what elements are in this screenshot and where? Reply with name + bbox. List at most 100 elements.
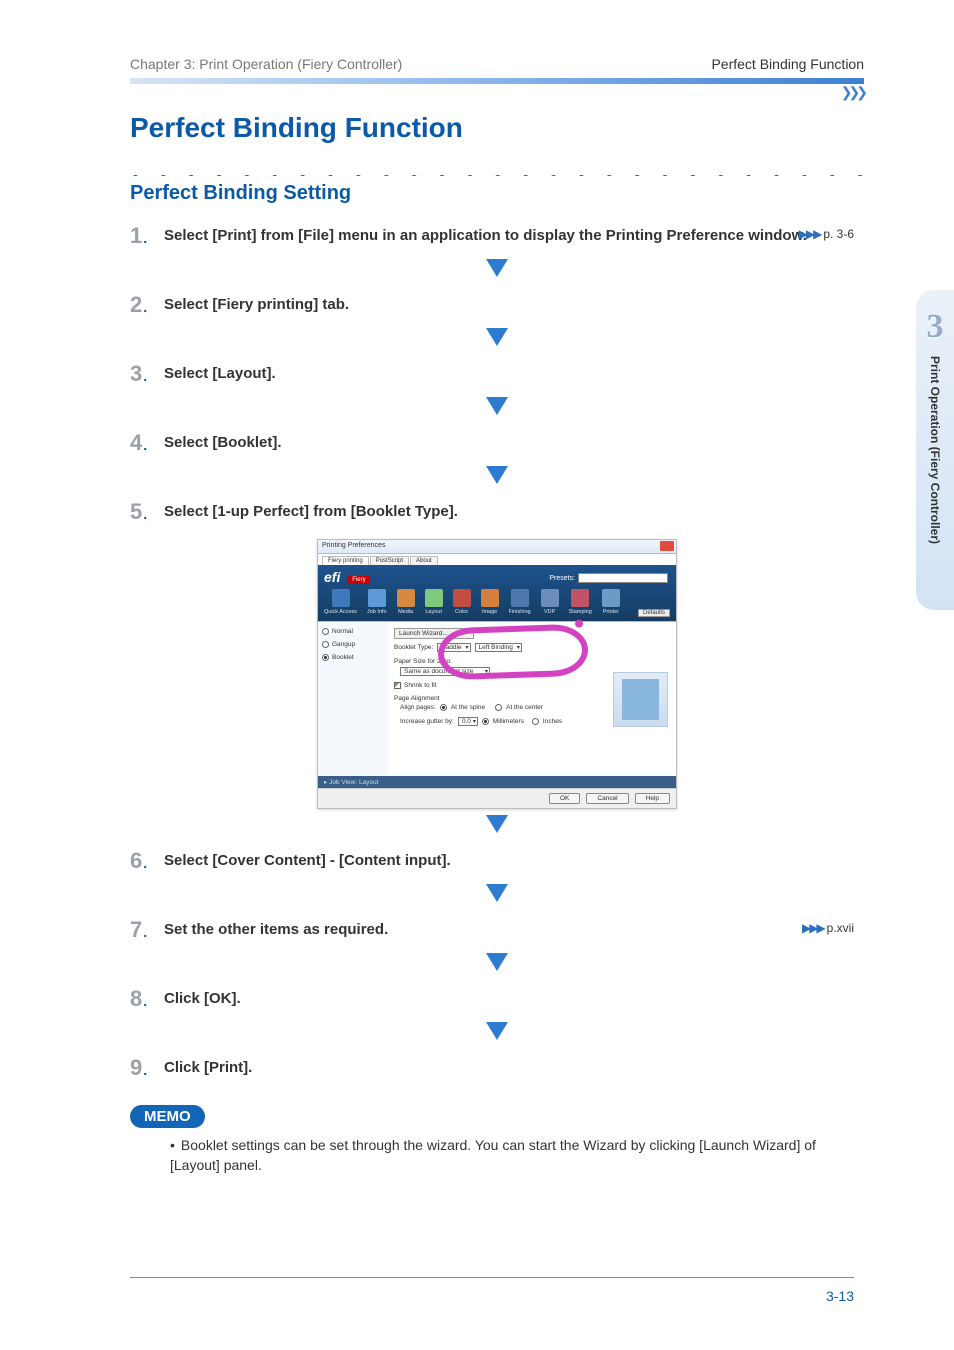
presets-label: Presets: <box>549 575 575 582</box>
fiery-badge: Fiery <box>348 576 369 584</box>
flow-arrow-icon <box>130 884 864 907</box>
steps-list: 1. Select [Print] from [File] menu in an… <box>130 219 864 1085</box>
chapter-number: 3 <box>927 308 944 346</box>
gutter-inches-radio[interactable] <box>532 718 539 725</box>
dot-divider: ● ● ● ● ● ● ● ● ● ● ● ● ● ● ● ● ● ● ● ● … <box>130 168 864 176</box>
ribbon-printer[interactable]: Printer <box>602 589 620 615</box>
header-left: Chapter 3: Print Operation (Fiery Contro… <box>130 56 402 72</box>
memo-body: •Booklet settings can be set through the… <box>170 1136 864 1175</box>
ribbon-media[interactable]: Media <box>397 589 415 615</box>
page-number: 3-13 <box>826 1288 854 1304</box>
radio-normal[interactable]: Normal <box>322 628 384 635</box>
view-bar[interactable]: ▸ Job View: Layout <box>318 776 676 788</box>
step-text: Select [Fiery printing] tab. <box>164 294 864 315</box>
align-spine-radio[interactable] <box>440 704 447 711</box>
tab-fiery-printing[interactable]: Fiery printing <box>322 556 369 565</box>
preview-thumbnail <box>613 672 668 727</box>
ok-button[interactable]: OK <box>549 793 580 804</box>
defaults-button[interactable]: Defaults <box>638 609 670 617</box>
step-4: 4. Select [Booklet]. <box>130 426 864 460</box>
align-center-radio[interactable] <box>495 704 502 711</box>
align-pages-label: Align pages: <box>400 704 436 711</box>
tab-postscript[interactable]: PostScript <box>370 556 409 565</box>
gutter-mm-radio[interactable] <box>482 718 489 725</box>
ribbon-color[interactable]: Color <box>453 589 471 615</box>
radio-booklet[interactable]: Booklet <box>322 654 384 661</box>
step-number: 9. <box>130 1057 158 1079</box>
step-text: Click [Print]. <box>164 1057 864 1078</box>
page-footer: 3-13 <box>130 1277 854 1304</box>
memo-header: MEMO <box>130 1105 864 1128</box>
step-number: 1. <box>130 225 158 247</box>
ribbon-quick-access[interactable]: Quick Access <box>324 589 357 615</box>
step-reference[interactable]: ▶▶▶p. 3-6 <box>799 227 854 241</box>
step-reference[interactable]: ▶▶▶p.xvii <box>802 921 854 935</box>
booklet-type-label: Booklet Type: <box>394 644 433 651</box>
flow-arrow-icon <box>130 953 864 976</box>
page-title: Perfect Binding Function <box>130 112 864 144</box>
cancel-button[interactable]: Cancel <box>586 793 628 804</box>
step-3: 3. Select [Layout]. <box>130 357 864 391</box>
booklet-type-select[interactable]: Saddle <box>437 643 470 652</box>
gutter-value[interactable]: 0.0 <box>458 717 478 726</box>
layout-panel: Launch Wizard... Booklet Type: Saddle Le… <box>388 622 676 776</box>
dialog-title: Printing Preferences <box>322 542 385 549</box>
memo-text: Booklet settings can be set through the … <box>170 1137 816 1173</box>
step-text: Select [Cover Content] - [Content input]… <box>164 850 864 871</box>
side-tab: 3 Print Operation (Fiery Controller) <box>916 290 954 610</box>
step-8: 8. Click [OK]. <box>130 982 864 1016</box>
header-chevrons-icon: ❯❯❯ <box>841 84 864 101</box>
flow-arrow-icon <box>130 815 864 838</box>
ribbon-layout[interactable]: Layout <box>425 589 443 615</box>
dialog-tabs: Fiery printing PostScript About <box>318 554 676 565</box>
ribbon-stamping[interactable]: Stamping <box>569 589 592 615</box>
ribbon-finishing[interactable]: Finishing <box>509 589 531 615</box>
step-number: 7. <box>130 919 158 941</box>
pointer-icon: ▶▶▶ <box>802 921 824 935</box>
page: Chapter 3: Print Operation (Fiery Contro… <box>0 0 954 1350</box>
presets-group: Presets: <box>549 573 668 583</box>
flow-arrow-icon <box>130 466 864 489</box>
chapter-label: Print Operation (Fiery Controller) <box>928 356 942 544</box>
launch-wizard-button[interactable]: Launch Wizard... <box>394 628 474 639</box>
step-2: 2. Select [Fiery printing] tab. <box>130 288 864 322</box>
step-1: 1. Select [Print] from [File] menu in an… <box>130 219 864 253</box>
presets-input[interactable] <box>578 573 668 583</box>
step-6: 6. Select [Cover Content] - [Content inp… <box>130 844 864 878</box>
ribbon-icons: Quick Access Job Info Media Layout Color… <box>324 589 670 615</box>
flow-arrow-icon <box>130 328 864 351</box>
step-number: 8. <box>130 988 158 1010</box>
help-button[interactable]: Help <box>635 793 670 804</box>
tab-about[interactable]: About <box>410 556 438 565</box>
step-number: 4. <box>130 432 158 454</box>
step-text: Select [1-up Perfect] from [Booklet Type… <box>164 501 864 522</box>
dialog-screenshot: Printing Preferences Fiery printing Post… <box>317 539 677 809</box>
paper-size-label: Paper Size for 2-up: <box>394 658 670 665</box>
mode-radio-group: Normal Gangup Booklet <box>318 622 388 776</box>
dialog-titlebar: Printing Preferences <box>318 540 676 554</box>
memo-badge: MEMO <box>130 1105 205 1128</box>
dialog-ribbon: efi Fiery Presets: Quick Access Job Info… <box>318 565 676 621</box>
step-number: 6. <box>130 850 158 872</box>
flow-arrow-icon <box>130 1022 864 1045</box>
flow-arrow-icon <box>130 397 864 420</box>
step-text: Select [Booklet]. <box>164 432 864 453</box>
step-text: Set the other items as required. <box>164 919 864 940</box>
dialog-body: Normal Gangup Booklet Launch Wizard... B… <box>318 621 676 776</box>
ribbon-vdp[interactable]: VDP <box>541 589 559 615</box>
binding-select[interactable]: Left Binding <box>475 643 522 652</box>
step-number: 5. <box>130 501 158 523</box>
header-divider <box>130 78 864 84</box>
step-text: Click [OK]. <box>164 988 864 1009</box>
section-subtitle: Perfect Binding Setting <box>130 182 864 205</box>
paper-size-select[interactable]: Same as document size <box>400 667 490 676</box>
efi-logo: efi <box>324 569 340 585</box>
dialog-buttons: OK Cancel Help <box>318 788 676 808</box>
radio-gangup[interactable]: Gangup <box>322 641 384 648</box>
ribbon-job-info[interactable]: Job Info <box>367 589 387 615</box>
ribbon-image[interactable]: Image <box>481 589 499 615</box>
bullet-icon: • <box>170 1137 175 1153</box>
step-number: 3. <box>130 363 158 385</box>
close-icon[interactable] <box>660 541 674 551</box>
step-number: 2. <box>130 294 158 316</box>
